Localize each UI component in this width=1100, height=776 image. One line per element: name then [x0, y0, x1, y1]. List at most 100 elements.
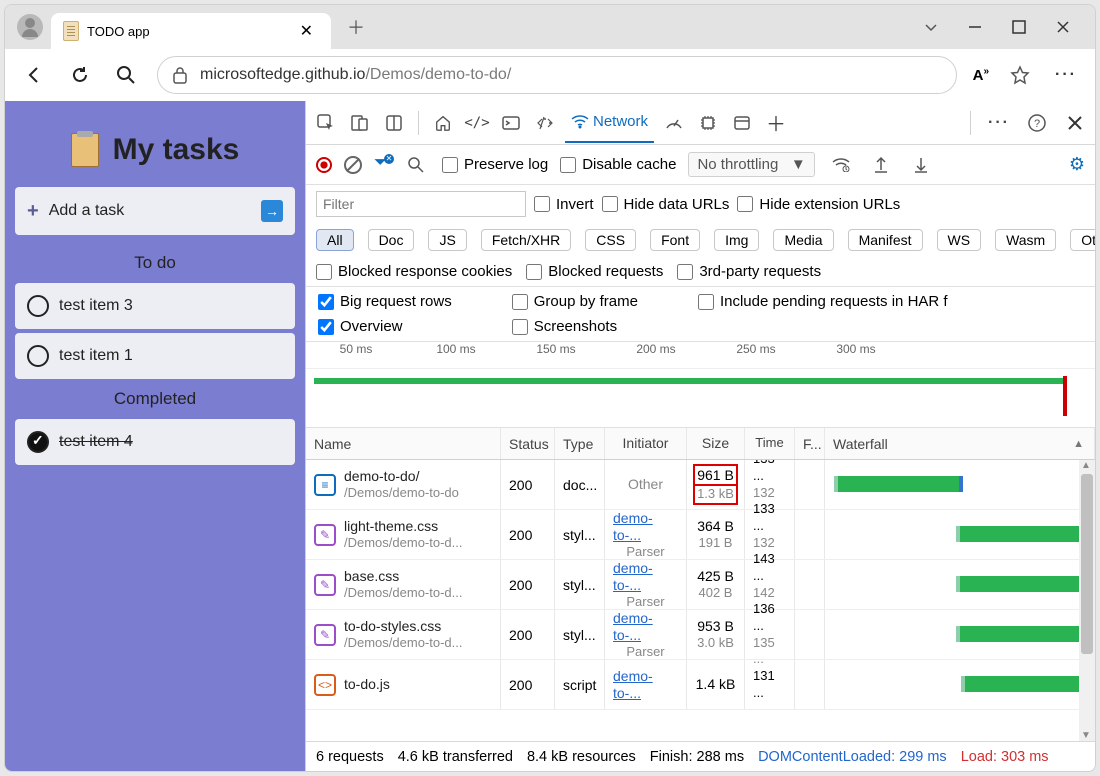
export-har-icon[interactable] — [907, 151, 935, 179]
group-by-frame-checkbox[interactable]: Group by frame — [512, 293, 638, 310]
network-timeline[interactable]: 50 ms100 ms150 ms200 ms250 ms300 ms — [306, 342, 1095, 428]
request-row[interactable]: ≡ demo-to-do//Demos/demo-to-do 200 doc..… — [306, 460, 1095, 510]
request-row[interactable]: ✎ to-do-styles.css/Demos/demo-to-d... 20… — [306, 610, 1095, 660]
scrollbar[interactable] — [1079, 460, 1095, 741]
inspect-icon[interactable] — [312, 109, 340, 137]
network-toolbar: Preserve log Disable cache No throttling… — [306, 145, 1095, 185]
address-bar: microsoftedge.github.io/Demos/demo-to-do… — [5, 49, 1095, 101]
third-party-checkbox[interactable]: 3rd-party requests — [677, 263, 821, 280]
type-filter-pill[interactable]: Wasm — [995, 229, 1056, 251]
blocked-cookies-checkbox[interactable]: Blocked response cookies — [316, 263, 512, 280]
performance-tab-icon[interactable] — [660, 109, 688, 137]
type-filter-pill[interactable]: Doc — [368, 229, 415, 251]
checkbox-checked-icon[interactable] — [27, 431, 49, 453]
task-item[interactable]: test item 4 — [15, 419, 295, 465]
status-resources: 8.4 kB resources — [527, 749, 636, 765]
type-filter-pill[interactable]: Font — [650, 229, 700, 251]
close-tab-button[interactable]: ✕ — [294, 19, 319, 43]
request-row[interactable]: <> to-do.js 200 script demo-to-... 1.4 k… — [306, 660, 1095, 710]
minimize-button[interactable] — [963, 15, 987, 39]
lock-icon — [172, 66, 188, 84]
type-filter-pill[interactable]: Other — [1070, 229, 1095, 251]
network-settings-icon[interactable]: ⚙ — [1069, 154, 1085, 175]
request-row[interactable]: ✎ base.css/Demos/demo-to-d... 200 styl..… — [306, 560, 1095, 610]
timeline-tick: 300 ms — [806, 342, 906, 364]
web-page: My tasks + Add a task → To do test item … — [5, 101, 305, 771]
disable-cache-checkbox[interactable]: Disable cache — [560, 156, 676, 173]
network-tab[interactable]: Network — [565, 103, 654, 143]
timeline-tick: 50 ms — [306, 342, 406, 364]
record-button[interactable] — [316, 157, 332, 173]
preserve-log-checkbox[interactable]: Preserve log — [442, 156, 548, 173]
elements-tab-icon[interactable]: </> — [463, 109, 491, 137]
read-aloud-icon[interactable]: A» — [973, 66, 989, 84]
back-button[interactable] — [19, 60, 49, 90]
devtools-panel: </> Network ＋ ··· ? — [305, 101, 1095, 771]
checkbox-icon[interactable] — [27, 295, 49, 317]
network-conditions-icon[interactable] — [827, 151, 855, 179]
device-toggle-icon[interactable] — [346, 109, 374, 137]
big-rows-checkbox[interactable]: Big request rows — [318, 293, 452, 310]
favorite-button[interactable] — [1005, 60, 1035, 90]
refresh-button[interactable] — [65, 60, 95, 90]
status-load: Load: 303 ms — [961, 749, 1049, 765]
type-filter-pill[interactable]: JS — [428, 229, 466, 251]
tab-title: TODO app — [87, 24, 150, 39]
page-title: My tasks — [113, 133, 240, 167]
clear-button[interactable] — [344, 156, 362, 174]
hide-data-urls-checkbox[interactable]: Hide data URLs — [602, 196, 730, 213]
help-icon[interactable]: ? — [1023, 109, 1051, 137]
new-tab-button[interactable]: ＋ — [339, 10, 373, 44]
overview-checkbox[interactable]: Overview — [318, 318, 452, 335]
type-filter-pill[interactable]: WS — [937, 229, 982, 251]
file-type-icon: ✎ — [314, 624, 336, 646]
memory-tab-icon[interactable] — [694, 109, 722, 137]
task-item[interactable]: test item 3 — [15, 283, 295, 329]
submit-button[interactable]: → — [261, 200, 283, 222]
page-icon — [63, 21, 79, 41]
close-devtools-button[interactable] — [1061, 109, 1089, 137]
timeline-tick: 150 ms — [506, 342, 606, 364]
menu-button[interactable]: ··· — [1051, 60, 1081, 90]
network-status-bar: 6 requests 4.6 kB transferred 8.4 kB res… — [306, 741, 1095, 771]
filter-input[interactable] — [316, 191, 526, 217]
search-icon[interactable] — [111, 60, 141, 90]
add-task-input[interactable]: + Add a task → — [15, 187, 295, 235]
filter-toggle-icon[interactable] — [374, 158, 390, 172]
console-tab-icon[interactable] — [497, 109, 525, 137]
type-filter-pill[interactable]: All — [316, 229, 354, 251]
import-har-icon[interactable] — [867, 151, 895, 179]
include-har-checkbox[interactable]: Include pending requests in HAR f — [698, 293, 948, 310]
type-filter-pill[interactable]: CSS — [585, 229, 636, 251]
completed-header: Completed — [15, 383, 295, 415]
chevron-down-icon[interactable] — [919, 15, 943, 39]
type-filter-pill[interactable]: Media — [773, 229, 833, 251]
timeline-tick: 100 ms — [406, 342, 506, 364]
grid-header[interactable]: Name Status Type Initiator Size Time F..… — [306, 428, 1095, 460]
titlebar: TODO app ✕ ＋ — [5, 5, 1095, 49]
application-tab-icon[interactable] — [728, 109, 756, 137]
invert-checkbox[interactable]: Invert — [534, 196, 594, 213]
profile-avatar[interactable] — [17, 14, 43, 40]
blocked-requests-checkbox[interactable]: Blocked requests — [526, 263, 663, 280]
sources-tab-icon[interactable] — [531, 109, 559, 137]
task-item[interactable]: test item 1 — [15, 333, 295, 379]
request-row[interactable]: ✎ light-theme.css/Demos/demo-to-d... 200… — [306, 510, 1095, 560]
browser-tab[interactable]: TODO app ✕ — [51, 13, 331, 49]
type-filter-pill[interactable]: Img — [714, 229, 759, 251]
welcome-tab-icon[interactable] — [429, 109, 457, 137]
type-filter-pill[interactable]: Manifest — [848, 229, 923, 251]
close-window-button[interactable] — [1051, 15, 1075, 39]
maximize-button[interactable] — [1007, 15, 1031, 39]
dock-icon[interactable] — [380, 109, 408, 137]
more-options-icon[interactable]: ··· — [985, 109, 1013, 137]
more-tabs-button[interactable]: ＋ — [762, 109, 790, 137]
hide-extension-urls-checkbox[interactable]: Hide extension URLs — [737, 196, 900, 213]
checkbox-icon[interactable] — [27, 345, 49, 367]
screenshots-checkbox[interactable]: Screenshots — [512, 318, 638, 335]
type-filter-pill[interactable]: Fetch/XHR — [481, 229, 571, 251]
add-task-label: Add a task — [49, 202, 125, 220]
search-icon[interactable] — [402, 151, 430, 179]
throttling-select[interactable]: No throttling ▼ — [688, 152, 814, 177]
url-input[interactable]: microsoftedge.github.io/Demos/demo-to-do… — [157, 56, 957, 94]
